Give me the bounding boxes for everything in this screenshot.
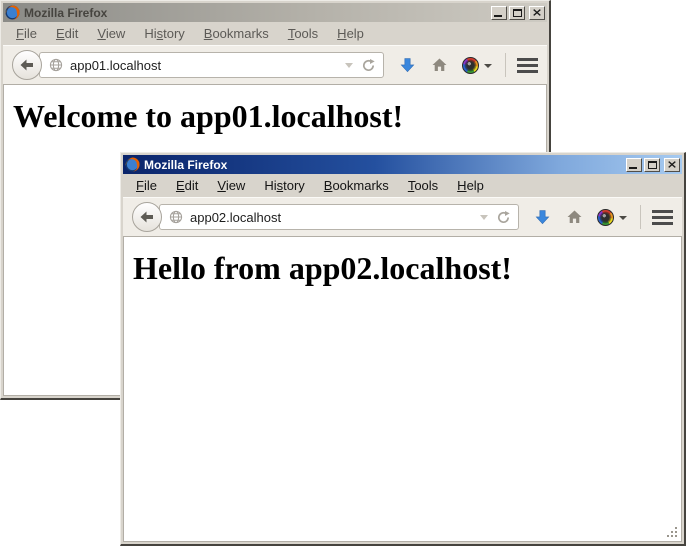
menu-file[interactable]: File	[129, 176, 164, 195]
url-input[interactable]: app02.localhost	[190, 210, 476, 225]
minimize-icon	[494, 15, 502, 17]
page-content: Hello from app02.localhost!	[123, 236, 682, 542]
downloads-button[interactable]	[399, 57, 416, 74]
maximize-icon	[648, 161, 657, 169]
window-title: Mozilla Firefox	[144, 158, 626, 172]
url-dropdown-icon[interactable]	[480, 215, 488, 220]
home-button[interactable]	[566, 209, 583, 225]
minimize-button[interactable]	[491, 6, 507, 20]
site-identity-globe-icon[interactable]	[49, 58, 63, 72]
maximize-button[interactable]	[644, 158, 660, 172]
chevron-down-icon	[484, 64, 492, 68]
menu-history[interactable]: History	[257, 176, 311, 195]
page-heading: Hello from app02.localhost!	[124, 250, 681, 287]
firefox-logo-icon	[5, 5, 20, 20]
url-input[interactable]: app01.localhost	[70, 58, 341, 73]
home-icon	[431, 57, 448, 73]
download-arrow-icon	[534, 209, 551, 226]
chevron-down-icon	[619, 216, 627, 220]
close-button[interactable]	[529, 6, 545, 20]
close-button[interactable]	[664, 158, 680, 172]
maximize-button[interactable]	[509, 6, 525, 20]
titlebar[interactable]: Mozilla Firefox	[3, 3, 547, 22]
menu-hamburger-button[interactable]	[652, 210, 673, 225]
menu-help[interactable]: Help	[330, 24, 371, 43]
firefox-window-app02: Mozilla Firefox File Edit View History B…	[120, 152, 686, 546]
download-arrow-icon	[399, 57, 416, 74]
toolbar-separator	[640, 205, 641, 229]
page-heading: Welcome to app01.localhost!	[4, 98, 546, 135]
toolbar-separator	[505, 53, 506, 77]
firefox-logo-icon	[125, 157, 140, 172]
home-button[interactable]	[431, 57, 448, 73]
addon-colorwheel-button[interactable]	[597, 209, 627, 226]
resize-grip[interactable]	[666, 526, 679, 539]
menu-bar: File Edit View History Bookmarks Tools H…	[123, 174, 682, 197]
menu-bar: File Edit View History Bookmarks Tools H…	[3, 22, 547, 45]
url-dropdown-icon[interactable]	[345, 63, 353, 68]
close-icon	[668, 161, 676, 168]
back-arrow-icon	[139, 209, 155, 225]
navigation-toolbar: app02.localhost	[123, 197, 682, 236]
titlebar[interactable]: Mozilla Firefox	[123, 155, 682, 174]
maximize-icon	[513, 9, 522, 17]
menu-tools[interactable]: Tools	[281, 24, 325, 43]
back-button[interactable]	[132, 202, 162, 232]
minimize-icon	[629, 167, 637, 169]
url-bar[interactable]: app02.localhost	[159, 204, 519, 230]
reload-icon[interactable]	[496, 210, 511, 225]
back-arrow-icon	[19, 57, 35, 73]
menu-tools[interactable]: Tools	[401, 176, 445, 195]
close-icon	[533, 9, 541, 16]
menu-bookmarks[interactable]: Bookmarks	[197, 24, 276, 43]
site-identity-globe-icon[interactable]	[169, 210, 183, 224]
menu-hamburger-button[interactable]	[517, 58, 538, 73]
back-button[interactable]	[12, 50, 42, 80]
reload-icon[interactable]	[361, 58, 376, 73]
colorwheel-icon	[462, 57, 479, 74]
menu-file[interactable]: File	[9, 24, 44, 43]
menu-view[interactable]: View	[210, 176, 252, 195]
menu-edit[interactable]: Edit	[49, 24, 85, 43]
navigation-toolbar: app01.localhost	[3, 45, 547, 84]
colorwheel-icon	[597, 209, 614, 226]
minimize-button[interactable]	[626, 158, 642, 172]
menu-history[interactable]: History	[137, 24, 191, 43]
url-bar[interactable]: app01.localhost	[39, 52, 384, 78]
window-title: Mozilla Firefox	[24, 6, 491, 20]
addon-colorwheel-button[interactable]	[462, 57, 492, 74]
menu-bookmarks[interactable]: Bookmarks	[317, 176, 396, 195]
downloads-button[interactable]	[534, 209, 551, 226]
menu-view[interactable]: View	[90, 24, 132, 43]
menu-help[interactable]: Help	[450, 176, 491, 195]
home-icon	[566, 209, 583, 225]
menu-edit[interactable]: Edit	[169, 176, 205, 195]
